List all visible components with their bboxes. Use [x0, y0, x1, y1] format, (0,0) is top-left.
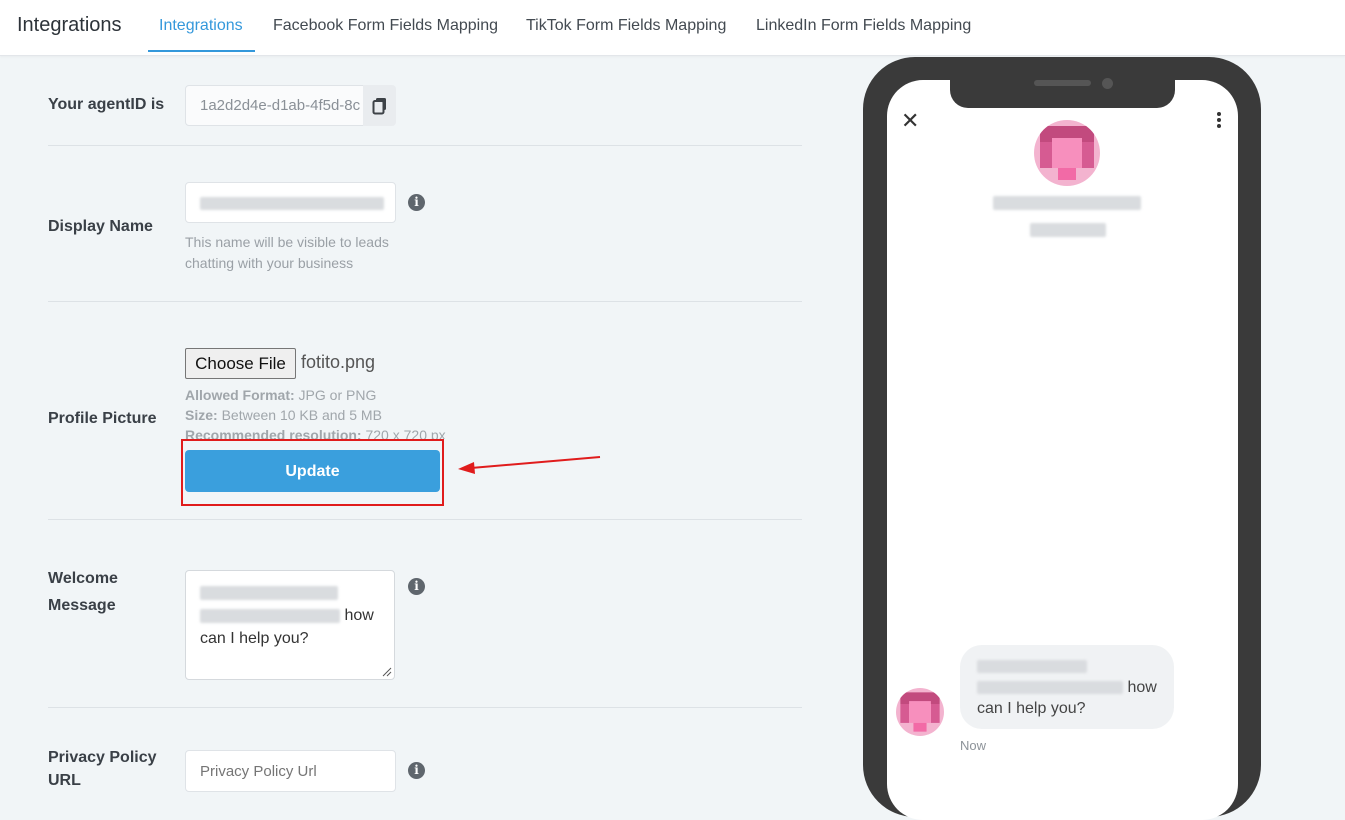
privacy-policy-url-input[interactable]	[185, 750, 396, 792]
phone-speaker	[1034, 80, 1091, 86]
display-name-hint-line-2: chatting with your business	[185, 255, 354, 271]
privacy-policy-label-line-2: URL	[48, 772, 81, 789]
display-name-info-icon[interactable]: i	[408, 194, 425, 211]
tab-integrations[interactable]: Integrations	[159, 17, 243, 35]
resolution-key: Recommended resolution:	[185, 427, 362, 439]
choose-file-button[interactable]: Choose File	[185, 348, 296, 379]
welcome-message-label-line-1: Welcome	[48, 570, 118, 587]
divider	[48, 301, 802, 302]
bubble-text-tail-2: can I help you?	[977, 700, 1086, 717]
allowed-format-value: JPG or PNG	[294, 387, 377, 403]
privacy-policy-info-icon[interactable]: i	[408, 762, 425, 779]
redacted-display-name	[200, 196, 384, 210]
preview-chat-bubble: how can I help you?	[960, 645, 1174, 729]
allowed-format-info: Allowed Format: JPG or PNG	[185, 385, 376, 405]
tab-tiktok-form-fields-mapping[interactable]: TikTok Form Fields Mapping	[526, 17, 726, 35]
page-title: Integrations	[17, 14, 122, 36]
avatar-image	[1034, 120, 1100, 186]
redacted-business-name	[993, 196, 1141, 210]
copy-icon	[372, 97, 386, 114]
preview-profile-avatar	[1034, 120, 1100, 186]
display-name-label: Display Name	[48, 218, 153, 235]
phone-notch	[950, 72, 1175, 108]
phone-camera	[1102, 78, 1113, 89]
welcome-message-label-line-2: Message	[48, 597, 116, 614]
message-timestamp: Now	[960, 738, 987, 753]
top-navigation-bar: Integrations Integrations Facebook Form …	[0, 0, 1345, 56]
agent-id-label: Your agentID is	[48, 96, 165, 113]
avatar-image	[896, 688, 944, 736]
display-name-hint-line-1: This name will be visible to leads	[185, 234, 389, 250]
welcome-message-info-icon[interactable]: i	[408, 578, 425, 595]
active-tab-indicator	[148, 50, 255, 52]
tab-linkedin-form-fields-mapping[interactable]: LinkedIn Form Fields Mapping	[756, 17, 971, 35]
welcome-text-tail-2: can I help you?	[200, 630, 309, 647]
welcome-message-textarea[interactable]: how can I help you?	[185, 570, 395, 680]
size-key: Size:	[185, 407, 218, 423]
divider	[48, 519, 802, 520]
redacted-text	[200, 585, 338, 600]
redacted-text	[977, 660, 1087, 674]
divider	[48, 145, 802, 146]
privacy-policy-label-line-1: Privacy Policy	[48, 749, 157, 766]
selected-file-name: fotito.png	[301, 352, 376, 372]
resolution-info: Recommended resolution: 720 x 720 px	[185, 425, 446, 439]
allowed-format-key: Allowed Format:	[185, 387, 295, 403]
annotation-arrow-icon	[458, 456, 601, 474]
resize-handle-icon[interactable]	[382, 667, 392, 677]
size-info: Size: Between 10 KB and 5 MB	[185, 405, 382, 425]
redacted-text	[200, 608, 340, 623]
kebab-menu-icon[interactable]	[1212, 110, 1226, 130]
display-name-field[interactable]	[185, 182, 396, 223]
close-icon[interactable]: ✕	[901, 108, 919, 134]
copy-agent-id-button[interactable]	[363, 85, 396, 126]
profile-picture-label: Profile Picture	[48, 410, 157, 427]
tab-facebook-form-fields-mapping[interactable]: Facebook Form Fields Mapping	[273, 17, 498, 35]
preview-message-avatar	[896, 688, 944, 736]
agent-id-field[interactable]: 1a2d2d4e-d1ab-4f5d-8c	[185, 85, 365, 126]
annotation-highlight-box	[181, 439, 444, 506]
welcome-text-tail-1: how	[344, 607, 374, 624]
redacted-text	[977, 681, 1123, 695]
size-value: Between 10 KB and 5 MB	[217, 407, 382, 423]
divider	[48, 707, 802, 708]
redacted-business-name	[1030, 223, 1106, 237]
bubble-text-tail-1: how	[1127, 679, 1157, 696]
resolution-value: 720 x 720 px	[361, 427, 446, 439]
